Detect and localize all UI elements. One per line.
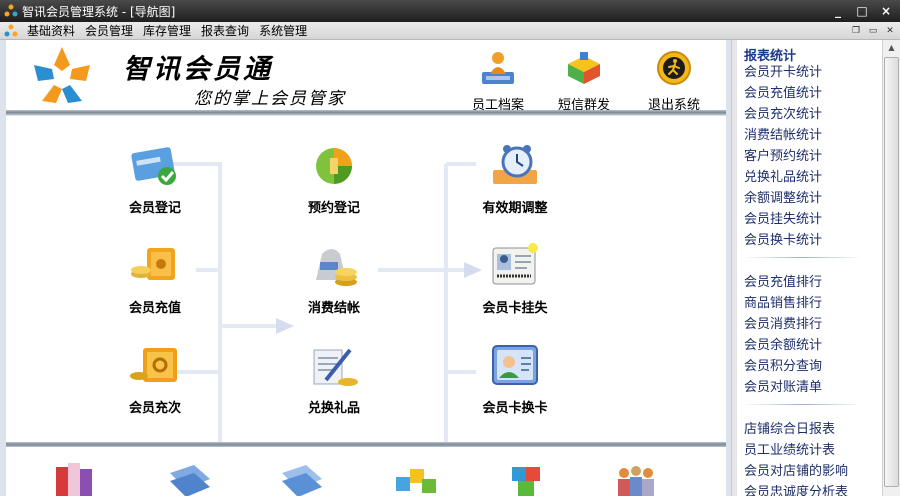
menu-logo-icon bbox=[4, 24, 18, 36]
report-link[interactable]: 会员忠诚度分析表 bbox=[737, 482, 882, 496]
app-logo-icon bbox=[4, 4, 18, 17]
report-link[interactable]: 会员挂失统计 bbox=[737, 209, 882, 230]
menu-bar: 基础资料 会员管理 库存管理 报表查询 系统管理 ❐ ▭ ✕ bbox=[0, 22, 900, 40]
appointment-registration-node[interactable]: 预约登记 bbox=[279, 140, 389, 216]
sms-broadcast-button[interactable]: 短信群发 bbox=[548, 50, 620, 113]
report-link[interactable]: 会员充值统计 bbox=[737, 83, 882, 104]
maximize-button[interactable]: □ bbox=[852, 3, 872, 19]
report-link[interactable]: 消费结帐统计 bbox=[737, 125, 882, 146]
window-title: 智讯会员管理系统 - [导航图] bbox=[22, 4, 176, 19]
appointment-registration-label: 预约登记 bbox=[307, 201, 360, 216]
documents-icon[interactable] bbox=[276, 459, 328, 496]
report-link[interactable]: 会员充值排行 bbox=[737, 272, 882, 293]
navigation-panel: 智讯会员通 您的掌上会员管家 员工档案 短信群发 退出系统 会员登记 会员充值 … bbox=[0, 40, 731, 496]
coins-bag-icon bbox=[316, 249, 357, 286]
card-loss-report-label: 会员卡挂失 bbox=[482, 301, 548, 316]
profile-card-icon bbox=[492, 345, 538, 385]
sms-icon bbox=[568, 52, 600, 84]
report-group-divider bbox=[744, 404, 862, 405]
card-loss-report-node[interactable]: 会员卡挂失 bbox=[460, 240, 570, 316]
report-group-divider bbox=[744, 257, 862, 258]
report-link[interactable]: 会员换卡统计 bbox=[737, 230, 882, 251]
card-replacement-node[interactable]: 会员卡换卡 bbox=[460, 340, 570, 416]
top-divider[interactable] bbox=[6, 110, 726, 115]
member-registration-node[interactable]: 会员登记 bbox=[100, 140, 210, 216]
exit-icon bbox=[657, 51, 691, 85]
report-link[interactable]: 余额调整统计 bbox=[737, 188, 882, 209]
menu-basic-data[interactable]: 基础资料 bbox=[22, 22, 80, 39]
brand-logo-icon bbox=[34, 47, 90, 103]
appointment-icon bbox=[316, 148, 352, 184]
title-bar: 智讯会员管理系统 - [导航图] _ □ × bbox=[0, 0, 900, 22]
report-panel-scrollbar[interactable]: ▲ bbox=[882, 40, 900, 496]
validity-adjustment-label: 有效期调整 bbox=[482, 201, 548, 216]
scroll-thumb[interactable] bbox=[884, 57, 899, 487]
report-link[interactable]: 商品销售排行 bbox=[737, 293, 882, 314]
menu-member-management[interactable]: 会员管理 bbox=[80, 22, 138, 39]
report-panel-title: 报表统计 bbox=[744, 49, 797, 64]
consumption-checkout-node[interactable]: 消费结帐 bbox=[279, 240, 389, 316]
mdi-restore-icon[interactable]: ❐ bbox=[849, 24, 863, 38]
report-link[interactable]: 客户预约统计 bbox=[737, 146, 882, 167]
card-replacement-label: 会员卡换卡 bbox=[482, 401, 548, 416]
close-button[interactable]: × bbox=[876, 3, 896, 19]
report-link[interactable]: 会员对店铺的影响 bbox=[737, 461, 882, 482]
gift-exchange-icon bbox=[313, 348, 358, 386]
report-link[interactable]: 兑换礼品统计 bbox=[737, 167, 882, 188]
member-recharge-node[interactable]: 会员充值 bbox=[100, 240, 210, 316]
safe-money-icon bbox=[131, 248, 175, 280]
member-recharge-count-label: 会员充次 bbox=[128, 401, 181, 416]
scroll-up-icon[interactable]: ▲ bbox=[883, 40, 900, 56]
exit-system-button[interactable]: 退出系统 bbox=[638, 50, 710, 113]
report-link[interactable]: 员工业绩统计表 bbox=[737, 440, 882, 461]
member-recharge-label: 会员充值 bbox=[128, 301, 181, 316]
alarm-clock-icon bbox=[493, 145, 537, 184]
vault-icon bbox=[130, 348, 177, 382]
brand-slogan: 您的掌上会员管家 bbox=[194, 89, 346, 109]
menu-system-management[interactable]: 系统管理 bbox=[254, 22, 312, 39]
report-panel: 报表统计 会员开卡统计 会员充值统计 会员充次统计 消费结帐统计 客户预约统计 … bbox=[737, 40, 882, 496]
gift-exchange-label: 兑换礼品 bbox=[307, 401, 360, 416]
mdi-close-icon[interactable]: ✕ bbox=[883, 24, 897, 38]
gift-exchange-node[interactable]: 兑换礼品 bbox=[279, 340, 389, 416]
menu-inventory-management[interactable]: 库存管理 bbox=[138, 22, 196, 39]
member-card-icon bbox=[131, 147, 176, 185]
minimize-button[interactable]: _ bbox=[828, 3, 848, 19]
brand-header: 智讯会员通 您的掌上会员管家 员工档案 短信群发 退出系统 bbox=[6, 40, 726, 113]
employee-icon bbox=[482, 52, 514, 84]
people-group-icon[interactable] bbox=[610, 459, 662, 496]
consumption-checkout-label: 消费结帐 bbox=[307, 301, 360, 316]
folders-icon[interactable] bbox=[164, 459, 216, 496]
report-link[interactable]: 店铺综合日报表 bbox=[737, 419, 882, 440]
member-recharge-count-node[interactable]: 会员充次 bbox=[100, 340, 210, 416]
report-link[interactable]: 会员积分查询 bbox=[737, 356, 882, 377]
id-card-icon bbox=[492, 243, 538, 285]
cubes-icon[interactable] bbox=[390, 459, 442, 496]
blocks-icon[interactable] bbox=[500, 459, 552, 496]
validity-adjustment-node[interactable]: 有效期调整 bbox=[460, 140, 570, 216]
report-link[interactable]: 会员对账清单 bbox=[737, 377, 882, 398]
books-icon[interactable] bbox=[48, 459, 100, 496]
member-registration-label: 会员登记 bbox=[128, 201, 181, 216]
navigation-flow-diagram: 会员登记 会员充值 会员充次 预约登记 消费结帐 兑换礼品 有效期调整 会员卡挂… bbox=[6, 116, 726, 442]
employee-records-button[interactable]: 员工档案 bbox=[462, 50, 534, 113]
bottom-shortcuts bbox=[6, 447, 726, 496]
report-link[interactable]: 会员消费排行 bbox=[737, 314, 882, 335]
report-link[interactable]: 会员余额统计 bbox=[737, 335, 882, 356]
mdi-minimize-icon[interactable]: ▭ bbox=[866, 24, 880, 38]
report-link[interactable]: 会员充次统计 bbox=[737, 104, 882, 125]
brand-name: 智讯会员通 bbox=[123, 54, 273, 85]
report-link[interactable]: 会员开卡统计 bbox=[737, 62, 882, 83]
menu-report-query[interactable]: 报表查询 bbox=[196, 22, 254, 39]
